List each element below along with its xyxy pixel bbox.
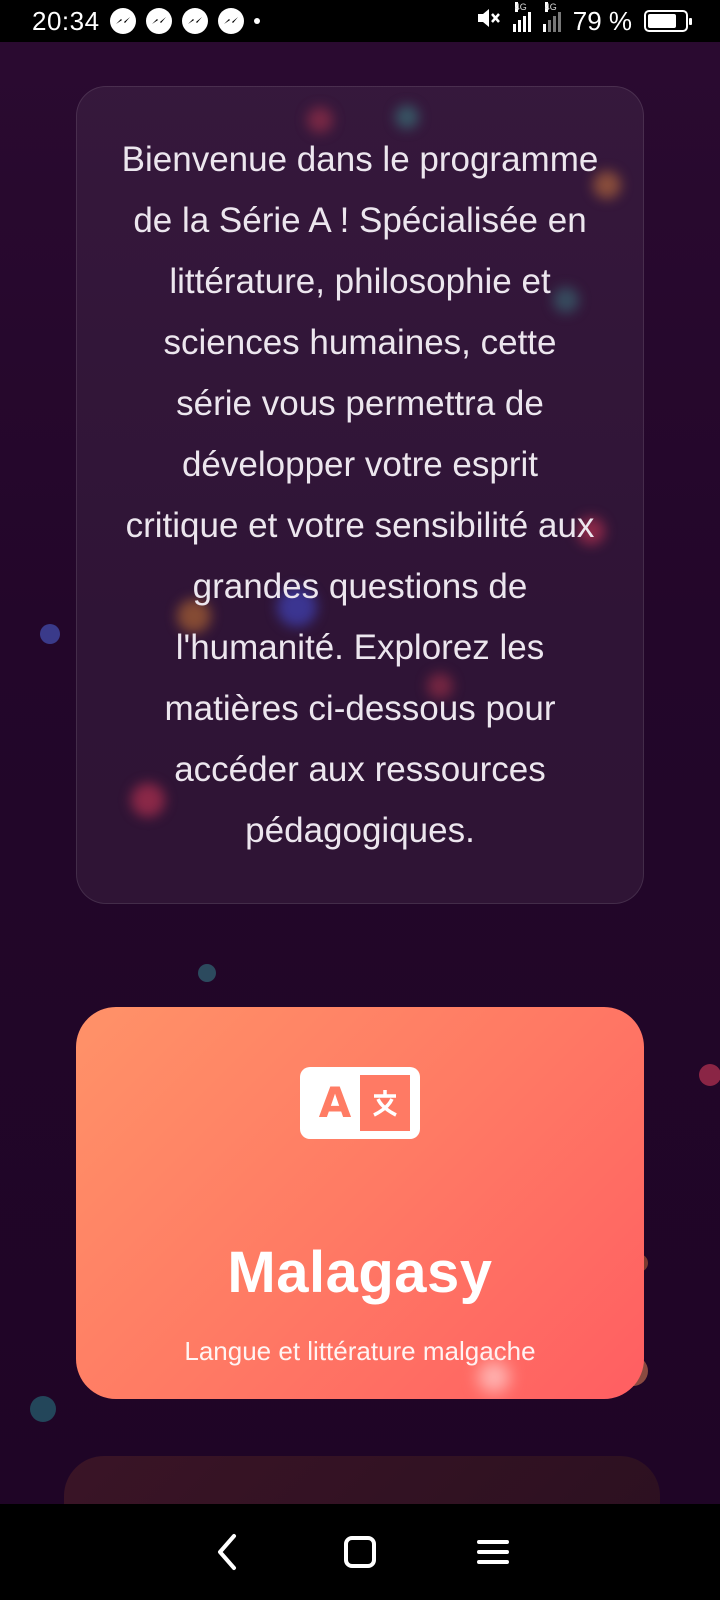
subject-description: Langue et littérature malgache [184,1336,536,1366]
network-type-1: 4G [514,2,527,12]
messenger-icon [145,8,172,34]
background-particle [699,1064,720,1086]
background-particle [40,624,60,644]
battery-percent: 79 % [572,5,632,36]
signal-strength-icon: 4G [512,2,531,32]
card-glow [478,1361,510,1393]
back-icon [217,1534,236,1570]
home-icon [343,1536,376,1568]
messenger-icon [109,8,136,34]
status-left: 20:34 [32,6,260,37]
messenger-icon [181,8,208,34]
card-glow [395,105,419,129]
intro-text: Bienvenue dans le programme de la Série … [121,140,599,850]
navigation-bar [0,1504,720,1600]
menu-button[interactable] [463,1522,523,1582]
status-bar: 20:34 4G 4G 79 % [0,0,720,42]
subject-card-next[interactable] [64,1456,660,1504]
menu-icon [477,1540,510,1564]
background-particle [30,1396,56,1422]
messenger-icon [217,8,244,34]
chinese-character-glyph [360,1075,410,1131]
more-notifications-icon [253,18,260,24]
subject-title: Malagasy [227,1240,493,1305]
battery-level [648,14,677,28]
network-type-2: 4G [544,2,557,12]
back-button[interactable] [197,1522,257,1582]
translate-icon: A [300,1067,420,1139]
mute-icon [475,6,501,37]
status-right: 4G 4G 79 % [475,2,692,37]
background-particle [198,964,216,982]
signal-strength-icon-2: 4G [542,2,561,32]
home-button[interactable] [330,1522,390,1582]
intro-card: Bienvenue dans le programme de la Série … [76,86,644,904]
latin-letter-glyph: A [318,1077,352,1127]
status-time: 20:34 [32,5,100,36]
subject-card-malagasy[interactable]: A Malagasy Langue et littérature malgach… [76,1007,644,1399]
battery-icon [644,10,692,32]
app-content[interactable]: Bienvenue dans le programme de la Série … [0,42,720,1504]
